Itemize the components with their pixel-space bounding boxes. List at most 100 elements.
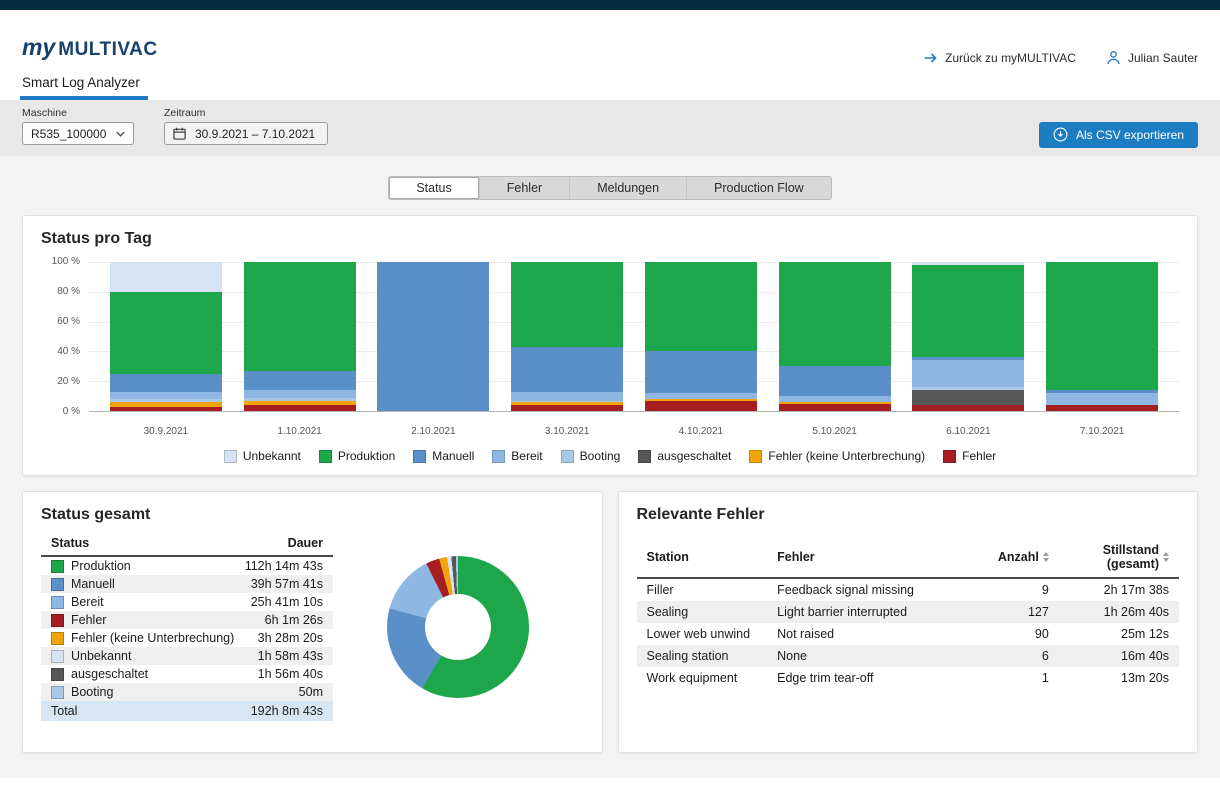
duration-cell: 25h 41m 10s [251,595,323,609]
user-name: Julian Sauter [1128,51,1198,65]
x-label: 30.9.2021 [99,426,233,437]
bar-6.10.2021 [902,262,1036,411]
period-filter-group: Zeitraum 30.9.2021 – 7.10.2021 [164,107,328,145]
status-row: ausgeschaltet 1h 56m 40s [41,665,333,683]
status-label: Fehler [71,613,106,627]
arrow-right-icon [923,52,938,64]
plot-area [89,262,1179,412]
station-cell: Work equipment [647,671,778,685]
legend-swatch [749,450,762,463]
legend-label: Manuell [432,449,474,463]
x-label: 4.10.2021 [634,426,768,437]
bar-4.10.2021 [634,262,768,411]
status-cell: Produktion [51,559,131,573]
duration-cell: 6h 1m 26s [265,613,323,627]
header-actions: Zurück zu myMULTIVAC Julian Sauter [923,50,1198,65]
status-color-chip [51,668,64,681]
view-tab-meldungen[interactable]: Meldungen [570,177,687,199]
segment-bereit [912,360,1024,387]
legend-swatch [413,450,426,463]
error-cell: Not raised [777,627,981,641]
status-color-chip [51,596,64,609]
y-tick-label: 80 % [57,287,80,297]
segment-manuell [377,262,489,411]
export-csv-label: Als CSV exportieren [1076,128,1184,142]
legend-swatch [638,450,651,463]
status-label: Fehler (keine Unterbrechung) [71,631,234,645]
machine-filter-group: Maschine R535_100000 [22,107,134,145]
view-tab-fehler[interactable]: Fehler [480,177,570,199]
bottom-row: Status gesamt Status Dauer Produktion112… [22,491,1198,753]
bar-stack [511,262,623,411]
segment-manuell [110,374,222,392]
count-cell: 6 [981,649,1049,663]
status-cell: Unbekannt [51,649,131,663]
segment-fehler [912,405,1024,411]
y-tick-label: 60 % [57,317,80,327]
segment-manuell [511,347,623,392]
machine-select[interactable]: R535_100000 [22,122,134,145]
status-label: Booting [71,685,113,699]
view-tab-status[interactable]: Status [389,177,479,199]
legend-manuell: Manuell [413,449,474,463]
chevron-down-icon [116,131,125,137]
segment-fehler [1046,405,1158,411]
tab-smart-log-analyzer[interactable]: Smart Log Analyzer [22,75,148,100]
status-cell: Bereit [51,595,104,609]
back-to-mymultivac-link[interactable]: Zurück zu myMULTIVAC [923,51,1076,65]
segment-produktion [244,262,356,371]
status-color-chip [51,560,64,573]
period-date-input[interactable]: 30.9.2021 – 7.10.2021 [164,122,328,145]
status-row: Manuell 39h 57m 41s [41,575,333,593]
bar-stack [377,262,489,411]
error-cell: Edge trim tear-off [777,671,981,685]
chart-legend: UnbekanntProduktionManuellBereitBootinga… [41,449,1179,463]
bar-5.10.2021 [768,262,902,411]
col-anzahl: Anzahl [981,550,1049,564]
status-total-row: Total 192h 8m 43s [41,701,333,721]
legend-fehler_ku: Fehler (keine Unterbrechung) [749,449,925,463]
error-row: Lower web unwindNot raised9025m 12s [637,623,1180,645]
segment-produktion [645,262,757,351]
status-cell: Fehler (keine Unterbrechung) [51,631,234,645]
page: myMULTIVAC Zurück zu myMULTIVAC Julian S… [0,0,1220,800]
station-cell: Sealing station [647,649,778,663]
stacked-bar-chart: 100 %80 %60 %40 %20 %0 % [41,262,1179,422]
calendar-icon [173,127,186,140]
period-value: 30.9.2021 – 7.10.2021 [195,127,315,141]
sort-anzahl[interactable]: Anzahl [998,550,1049,564]
back-link-label: Zurück zu myMULTIVAC [945,51,1076,65]
status-color-chip [51,650,64,663]
legend-fehler: Fehler [943,449,996,463]
x-labels: 30.9.20211.10.20212.10.20213.10.20214.10… [89,426,1179,437]
x-label: 6.10.2021 [902,426,1036,437]
legend-swatch [561,450,574,463]
status-cell: ausgeschaltet [51,667,148,681]
status-cell: Manuell [51,577,115,591]
view-tab-production-flow[interactable]: Production Flow [687,177,831,199]
x-label: 2.10.2021 [367,426,501,437]
duration-cell: 1h 56m 40s [258,667,323,681]
total-label: Total [51,704,77,718]
user-icon [1106,50,1121,65]
segment-fehler [645,401,757,411]
user-menu[interactable]: Julian Sauter [1106,50,1198,65]
legend-label: Booting [580,449,621,463]
status-total-table-header: Status Dauer [41,532,333,557]
status-cell: Booting [51,685,113,699]
segment-produktion [1046,262,1158,390]
sort-stillstand[interactable]: Stillstand (gesamt) [1049,543,1169,571]
duration-cell: 39h 57m 41s [251,577,323,591]
legend-booting: Booting [561,449,621,463]
error-row: Sealing stationNone616m 40s [637,645,1180,667]
status-row: Booting50m [41,683,333,701]
duration-cell: 1h 58m 43s [258,649,323,663]
segment-produktion [779,262,891,366]
status-row: Produktion112h 14m 43s [41,557,333,575]
bar-stack [1046,262,1158,411]
export-csv-button[interactable]: Als CSV exportieren [1039,122,1198,148]
error-row: SealingLight barrier interrupted1271h 26… [637,601,1180,623]
segment-fehler [110,407,222,411]
status-total-card: Status gesamt Status Dauer Produktion112… [22,491,603,753]
downtime-cell: 16m 40s [1049,649,1169,663]
